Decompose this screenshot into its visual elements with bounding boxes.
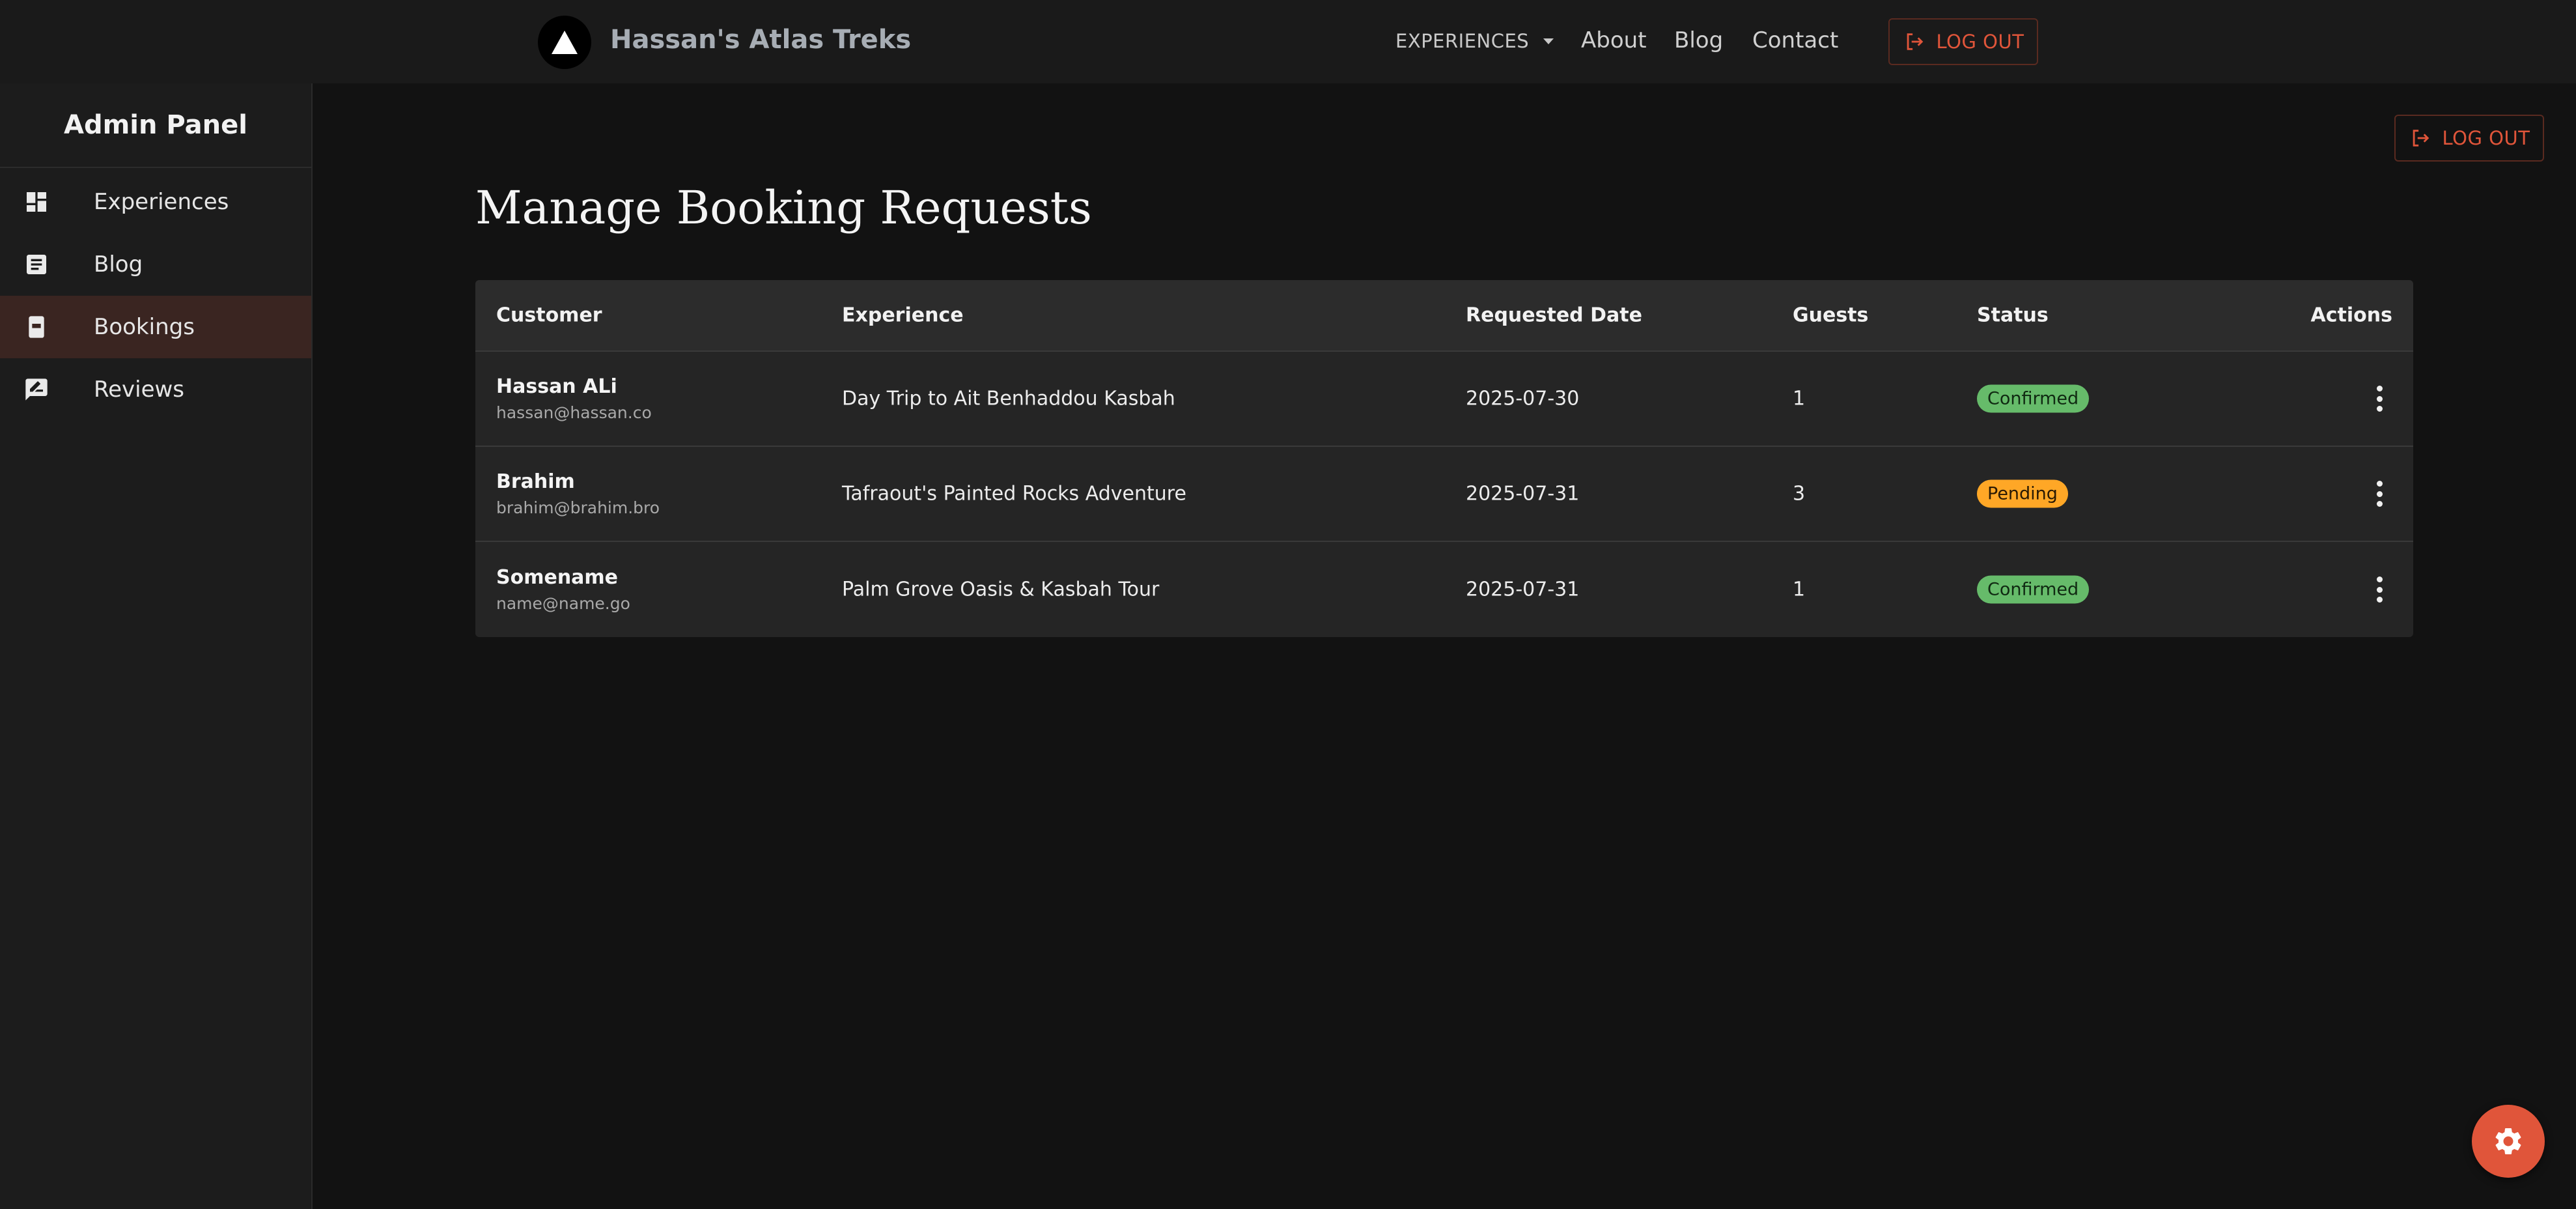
top-navbar: Hassan's Atlas Treks EXPERIENCES About B… bbox=[0, 0, 2576, 83]
dashboard-icon bbox=[22, 188, 51, 216]
status-badge: Confirmed bbox=[1977, 384, 2090, 413]
row-actions-button[interactable] bbox=[2366, 383, 2392, 414]
status-cell: Confirmed bbox=[1977, 575, 2090, 604]
table-row: Hassan ALi hassan@hassan.co Day Trip to … bbox=[475, 352, 2413, 447]
settings-fab-button[interactable] bbox=[2472, 1105, 2545, 1178]
status-cell: Confirmed bbox=[1977, 384, 2090, 413]
status-badge: Pending bbox=[1977, 479, 2068, 508]
sidebar-item-blog[interactable]: Blog bbox=[0, 233, 311, 296]
sidebar-nav: Experiences Blog Bookings Reviews bbox=[0, 171, 311, 421]
status-badge: Confirmed bbox=[1977, 575, 2090, 604]
date-cell: 2025-07-30 bbox=[1466, 387, 1580, 410]
brand-logo[interactable] bbox=[538, 16, 591, 69]
rate-review-icon bbox=[22, 375, 51, 404]
customer-email: name@name.go bbox=[496, 594, 630, 613]
date-cell: 2025-07-31 bbox=[1466, 482, 1580, 505]
date-cell: 2025-07-31 bbox=[1466, 578, 1580, 601]
nav-about-link[interactable]: About bbox=[1581, 27, 1647, 53]
header-actions: Actions bbox=[2310, 304, 2392, 327]
sidebar-item-label: Blog bbox=[94, 251, 143, 277]
nav-blog-link[interactable]: Blog bbox=[1674, 27, 1723, 53]
row-actions-button[interactable] bbox=[2366, 574, 2392, 605]
header-requested-date: Requested Date bbox=[1466, 304, 1642, 327]
logout-label: LOG OUT bbox=[1936, 31, 2024, 53]
experience-cell: Day Trip to Ait Benhaddou Kasbah bbox=[842, 387, 1175, 410]
nav-contact-link[interactable]: Contact bbox=[1752, 27, 1838, 53]
guests-cell: 1 bbox=[1793, 387, 1806, 410]
guests-cell: 3 bbox=[1793, 482, 1806, 505]
logout-label: LOG OUT bbox=[2442, 127, 2530, 149]
header-customer: Customer bbox=[496, 304, 602, 327]
header-logout-button[interactable]: LOG OUT bbox=[1888, 18, 2038, 65]
customer-email: hassan@hassan.co bbox=[496, 403, 652, 422]
sidebar-item-experiences[interactable]: Experiences bbox=[0, 171, 311, 233]
more-vert-icon bbox=[2366, 574, 2392, 605]
customer-name: Brahim bbox=[496, 470, 575, 493]
sidebar-title: Admin Panel bbox=[0, 83, 311, 168]
admin-sidebar: Admin Panel Experiences Blog Bookings Re… bbox=[0, 83, 313, 1209]
row-actions-button[interactable] bbox=[2366, 478, 2392, 509]
status-cell: Pending bbox=[1977, 479, 2068, 508]
sidebar-item-label: Experiences bbox=[94, 189, 229, 215]
table-header-row: Customer Experience Requested Date Guest… bbox=[475, 280, 2413, 352]
triangle-logo-icon bbox=[552, 31, 578, 54]
guests-cell: 1 bbox=[1793, 578, 1806, 601]
page-title: Manage Booking Requests bbox=[475, 181, 1092, 235]
logout-icon bbox=[2413, 130, 2429, 147]
sidebar-item-label: Bookings bbox=[94, 314, 195, 340]
customer-cell: Brahim brahim@brahim.bro bbox=[496, 470, 660, 517]
nav-experiences-label: EXPERIENCES bbox=[1395, 30, 1530, 52]
table-row: Somename name@name.go Palm Grove Oasis &… bbox=[475, 542, 2413, 637]
gear-icon bbox=[2495, 1128, 2521, 1154]
header-status: Status bbox=[1977, 304, 2049, 327]
customer-email: brahim@brahim.bro bbox=[496, 498, 660, 517]
sidebar-item-bookings[interactable]: Bookings bbox=[0, 296, 311, 358]
caret-down-icon bbox=[1543, 38, 1554, 44]
sidebar-item-label: Reviews bbox=[94, 377, 185, 403]
sidebar-item-reviews[interactable]: Reviews bbox=[0, 358, 311, 421]
logout-icon bbox=[1907, 33, 1923, 50]
customer-cell: Hassan ALi hassan@hassan.co bbox=[496, 375, 652, 422]
customer-name: Hassan ALi bbox=[496, 375, 617, 398]
customer-cell: Somename name@name.go bbox=[496, 566, 630, 613]
bookings-table: Customer Experience Requested Date Guest… bbox=[475, 280, 2413, 637]
experience-cell: Palm Grove Oasis & Kasbah Tour bbox=[842, 578, 1160, 601]
experience-cell: Tafraout's Painted Rocks Adventure bbox=[842, 482, 1186, 505]
brand-name[interactable]: Hassan's Atlas Treks bbox=[610, 25, 911, 55]
more-vert-icon bbox=[2366, 478, 2392, 509]
booking-icon bbox=[22, 313, 51, 341]
header-guests: Guests bbox=[1793, 304, 1869, 327]
table-row: Brahim brahim@brahim.bro Tafraout's Pain… bbox=[475, 447, 2413, 542]
article-icon bbox=[22, 250, 51, 279]
main-logout-button[interactable]: LOG OUT bbox=[2394, 115, 2544, 162]
header-experience: Experience bbox=[842, 304, 964, 327]
nav-experiences-dropdown[interactable]: EXPERIENCES bbox=[1395, 30, 1554, 52]
more-vert-icon bbox=[2366, 383, 2392, 414]
customer-name: Somename bbox=[496, 566, 619, 589]
